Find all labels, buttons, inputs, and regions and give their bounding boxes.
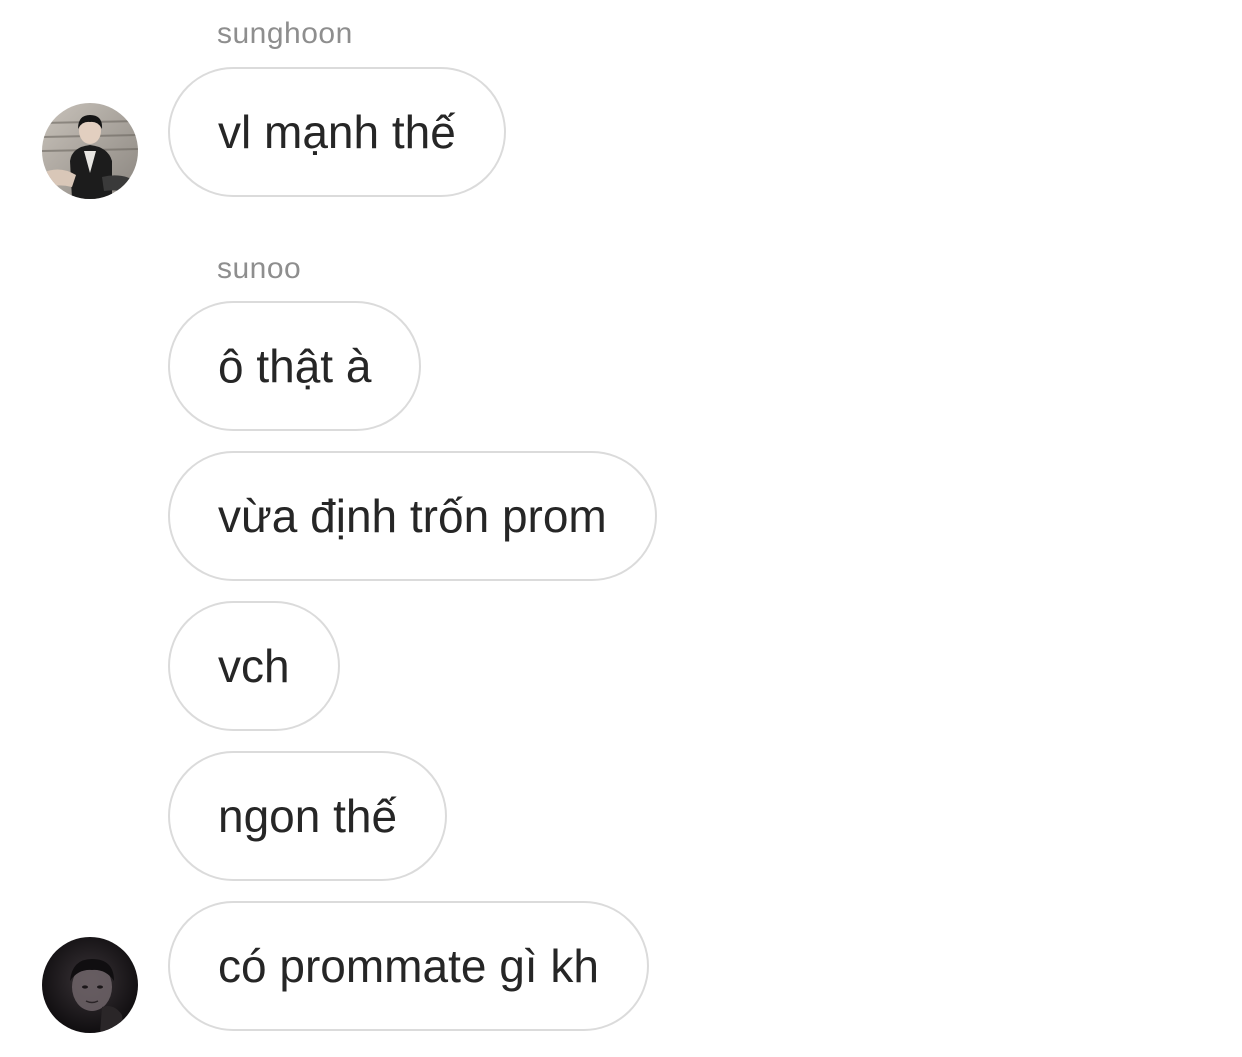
sunghoon-avatar-photo-icon — [42, 103, 138, 199]
message-bubble[interactable]: vch — [168, 601, 340, 731]
sender-name-sunoo: sunoo — [217, 252, 302, 285]
message-text: ngon thế — [218, 790, 398, 842]
sender-name-sunghoon: sunghoon — [217, 17, 353, 50]
message-text: ô thật à — [218, 340, 372, 392]
message-bubble[interactable]: ngon thế — [168, 751, 448, 881]
message-text: vl mạnh thế — [218, 106, 456, 158]
message-text: có prommate gì kh — [218, 940, 599, 992]
message-text: vừa định trốn prom — [218, 490, 607, 542]
message-bubble[interactable]: vl mạnh thế — [168, 67, 506, 197]
sunoo-avatar[interactable] — [42, 937, 138, 1033]
message-bubble[interactable]: ô thật à — [168, 301, 422, 431]
sunghoon-avatar[interactable] — [42, 103, 138, 199]
message-bubble[interactable]: có prommate gì kh — [168, 901, 649, 1031]
message-bubble[interactable]: vừa định trốn prom — [168, 451, 657, 581]
sunoo-avatar-photo-icon — [42, 937, 138, 1033]
message-text: vch — [218, 640, 290, 692]
